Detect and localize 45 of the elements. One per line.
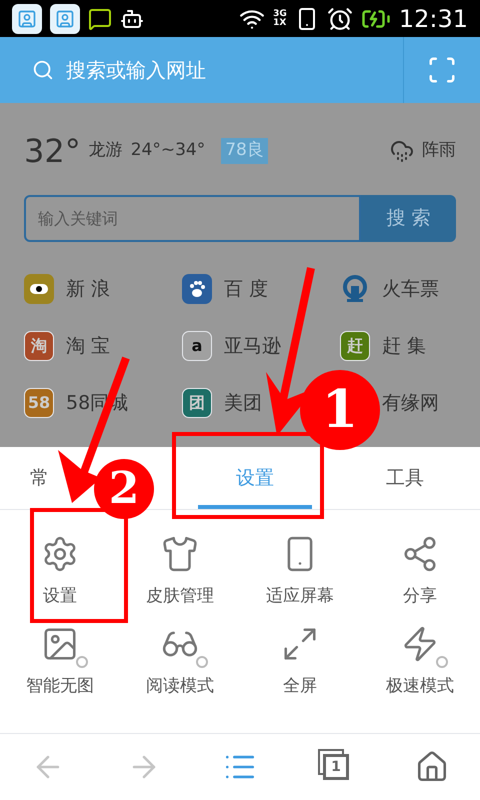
shortcut-label[interactable]: 百 度	[224, 274, 268, 304]
menu-item[interactable]: 极速模式	[360, 622, 480, 699]
app-logo-icon: 赶	[340, 331, 370, 361]
chat-icon	[88, 6, 112, 30]
menu-item[interactable]: 智能无图	[0, 622, 120, 699]
rain-cloud-icon	[390, 139, 414, 163]
home-icon	[415, 750, 449, 784]
app-logo-icon: 淘	[24, 331, 54, 361]
scan-icon	[427, 55, 457, 85]
search-icon	[32, 59, 54, 81]
step-number: 2	[94, 459, 154, 519]
weather-condition: 阵雨	[422, 139, 456, 162]
shortcut-label[interactable]: 有缘网	[382, 388, 439, 418]
shortcut-label[interactable]: 淘 宝	[66, 332, 110, 360]
alarm-icon	[326, 6, 353, 32]
menu-item[interactable]: 皮肤管理	[120, 532, 240, 610]
shortcut-label[interactable]: 美团	[224, 388, 262, 418]
search-button[interactable]: 搜 索	[361, 195, 456, 242]
app-icon	[50, 4, 80, 34]
menu-item[interactable]: 分享	[360, 532, 480, 610]
city-name: 龙游	[88, 139, 123, 162]
keyword-field[interactable]: 输入关键词	[24, 195, 361, 242]
menu-item[interactable]: 适应屏幕	[240, 532, 360, 610]
app-logo-icon: 团	[182, 388, 212, 418]
app-icon	[12, 4, 42, 34]
network-label: 1X	[273, 18, 287, 28]
shortcut-label[interactable]: 火车票	[382, 274, 439, 304]
shortcut-label[interactable]: 亚马逊	[224, 332, 281, 360]
menu-item[interactable]: 设置	[0, 532, 120, 610]
menu-item[interactable]: 全屏	[240, 622, 360, 699]
nav-button[interactable]: 1	[288, 734, 384, 800]
menu-item[interactable]: 阅读模式	[120, 622, 240, 699]
shortcut-label[interactable]: 赶 集	[382, 332, 426, 360]
menu-tab[interactable]: 设置	[180, 447, 330, 509]
app-logo-icon: a	[182, 331, 212, 361]
shortcut-label[interactable]: 新 浪	[66, 274, 110, 304]
temperature: 32°	[24, 131, 81, 172]
menu-tab[interactable]: 工具	[330, 447, 480, 509]
app-logo-icon: 58	[24, 388, 54, 418]
rail-logo-icon	[340, 274, 370, 304]
air-quality-badge: 78良	[221, 138, 268, 164]
shirt-icon	[161, 535, 199, 573]
clock-time: 12:31	[398, 6, 468, 30]
temperature-range: 24°~34°	[130, 139, 206, 162]
network-label: 3G	[273, 10, 287, 18]
